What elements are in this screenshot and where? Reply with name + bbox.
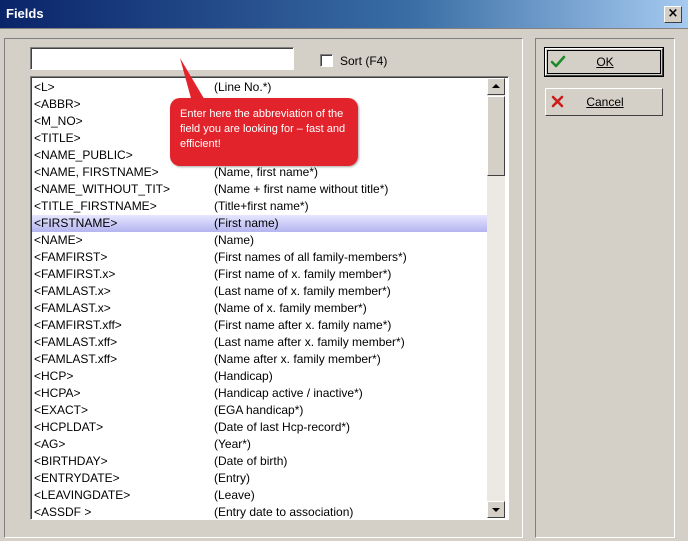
list-item[interactable]: <ASSDF > (Entry date to association) (32, 504, 488, 519)
field-abbreviation: <TITLE_FIRSTNAME> (34, 199, 157, 213)
field-abbreviation: <HCP> (34, 369, 74, 383)
window-title: Fields (6, 6, 44, 21)
list-item[interactable]: <FAMFIRST.x> (First name of x. family mem… (32, 266, 488, 283)
field-abbreviation: <NAME_WITHOUT_TIT> (34, 182, 171, 196)
field-abbreviation: <EXACT> (34, 403, 89, 417)
list-item[interactable]: <FAMFIRST> (First names of all family-mem… (32, 249, 488, 266)
field-description: (Date of birth) (214, 454, 288, 468)
field-abbreviation: <AG> (34, 437, 66, 451)
list-item[interactable]: <FAMLAST.xff> (Last name after x. family … (32, 334, 488, 351)
list-item[interactable]: <HCP> (Handicap) (32, 368, 488, 385)
field-abbreviation: <L> (34, 80, 55, 94)
field-abbreviation: <FAMLAST.x> (34, 284, 111, 298)
field-description: (Leave) (214, 488, 255, 502)
hint-text: Enter here the abbreviation of the field… (180, 108, 346, 150)
list-item[interactable]: <FAMLAST.x> (Last name of x. family membe… (32, 283, 488, 300)
field-description: (Name) (214, 233, 255, 247)
scroll-thumb[interactable] (487, 96, 505, 176)
list-item[interactable]: <EXACT> (EGA handicap*) (32, 402, 488, 419)
cancel-button[interactable]: Cancel (545, 88, 663, 116)
field-abbreviation: <FIRSTNAME> (34, 216, 118, 230)
field-description: (Last name after x. family member*) (214, 335, 405, 349)
list-item[interactable]: <FAMLAST.x> (Name of x. family member*) (32, 300, 488, 317)
list-item[interactable]: <NAME, FIRSTNAME> (Name, first name*) (32, 164, 488, 181)
field-description: (First names of all family-members*) (214, 250, 407, 264)
scroll-up-button[interactable] (487, 78, 505, 95)
list-item[interactable]: <NAME> (Name) (32, 232, 488, 249)
field-description: (Name, first name*) (214, 165, 319, 179)
field-abbreviation: <FAMLAST.x> (34, 301, 111, 315)
field-abbreviation: <NAME_PUBLIC> (34, 148, 133, 162)
field-description: (Entry date to association) (214, 505, 354, 519)
field-description: (Title+first name*) (214, 199, 309, 213)
list-item[interactable]: <FAMLAST.xff> (Name after x. family membe… (32, 351, 488, 368)
field-abbreviation: <FAMLAST.xff> (34, 352, 118, 366)
field-abbreviation: <HCPLDAT> (34, 420, 104, 434)
close-icon: × (667, 6, 679, 21)
field-abbreviation: <BIRTHDAY> (34, 454, 108, 468)
field-description: (Handicap) (214, 369, 273, 383)
sort-checkbox[interactable] (320, 54, 333, 67)
field-abbreviation: <HCPA> (34, 386, 81, 400)
field-abbreviation: <FAMLAST.xff> (34, 335, 118, 349)
field-description: (Last name of x. family member*) (214, 284, 391, 298)
ok-button[interactable]: OK (545, 48, 663, 76)
field-description: (First name) (214, 216, 279, 230)
callout-pointer (180, 58, 206, 102)
list-item[interactable]: <L> (Line No.*) (32, 79, 488, 96)
list-item[interactable]: <HCPLDAT> (Date of last Hcp-record*) (32, 419, 488, 436)
field-abbreviation: <FAMFIRST> (34, 250, 108, 264)
field-description: (Name after x. family member*) (214, 352, 381, 366)
list-item[interactable]: <FAMFIRST.xff> (First name after x. famil… (32, 317, 488, 334)
arrow-up-icon (492, 84, 500, 88)
field-description: (First name after x. family name*) (214, 318, 392, 332)
list-item[interactable]: <BIRTHDAY> (Date of birth) (32, 453, 488, 470)
field-description: (Year*) (214, 437, 251, 451)
field-abbreviation: <NAME, FIRSTNAME> (34, 165, 159, 179)
list-item[interactable]: <ENTRYDATE> (Entry) (32, 470, 488, 487)
list-item[interactable]: <TITLE_FIRSTNAME> (Title+first name*) (32, 198, 488, 215)
field-abbreviation: <ABBR> (34, 97, 81, 111)
field-abbreviation: <M_NO> (34, 114, 83, 128)
list-scrollbar[interactable] (487, 78, 505, 518)
field-description: (First name of x. family member*) (214, 267, 392, 281)
ok-button-label: OK (596, 55, 614, 69)
hint-callout: Enter here the abbreviation of the field… (170, 98, 358, 166)
field-description: (Date of last Hcp-record*) (214, 420, 351, 434)
field-abbreviation: <LEAVINGDATE> (34, 488, 131, 502)
list-item[interactable]: <FIRSTNAME> (First name) (32, 215, 488, 232)
search-input[interactable] (30, 47, 294, 70)
field-description: (Name of x. family member*) (214, 301, 367, 315)
field-abbreviation: <FAMFIRST.xff> (34, 318, 122, 332)
field-description: (Line No.*) (214, 80, 272, 94)
field-abbreviation: <NAME> (34, 233, 83, 247)
scroll-down-button[interactable] (487, 501, 505, 518)
field-description: (Name + first name without title*) (214, 182, 389, 196)
close-button[interactable]: × (664, 6, 682, 23)
list-item[interactable]: <AG> (Year*) (32, 436, 488, 453)
arrow-down-icon (492, 508, 500, 512)
list-item[interactable]: <HCPA> (Handicap active / inactive*) (32, 385, 488, 402)
field-abbreviation: <ENTRYDATE> (34, 471, 120, 485)
field-abbreviation: <TITLE> (34, 131, 81, 145)
sort-label[interactable]: Sort (F4) (340, 54, 387, 68)
field-description: (Entry) (214, 471, 250, 485)
list-item[interactable]: <LEAVINGDATE> (Leave) (32, 487, 488, 504)
field-abbreviation: <FAMFIRST.x> (34, 267, 116, 281)
list-item[interactable]: <NAME_WITHOUT_TIT> (Name + first name wit… (32, 181, 488, 198)
field-description: (EGA handicap*) (214, 403, 304, 417)
field-abbreviation: <ASSDF > (34, 505, 92, 519)
field-description: (Handicap active / inactive*) (214, 386, 363, 400)
cancel-button-label: Cancel (586, 95, 624, 109)
title-bar[interactable]: Fields × (0, 0, 688, 29)
